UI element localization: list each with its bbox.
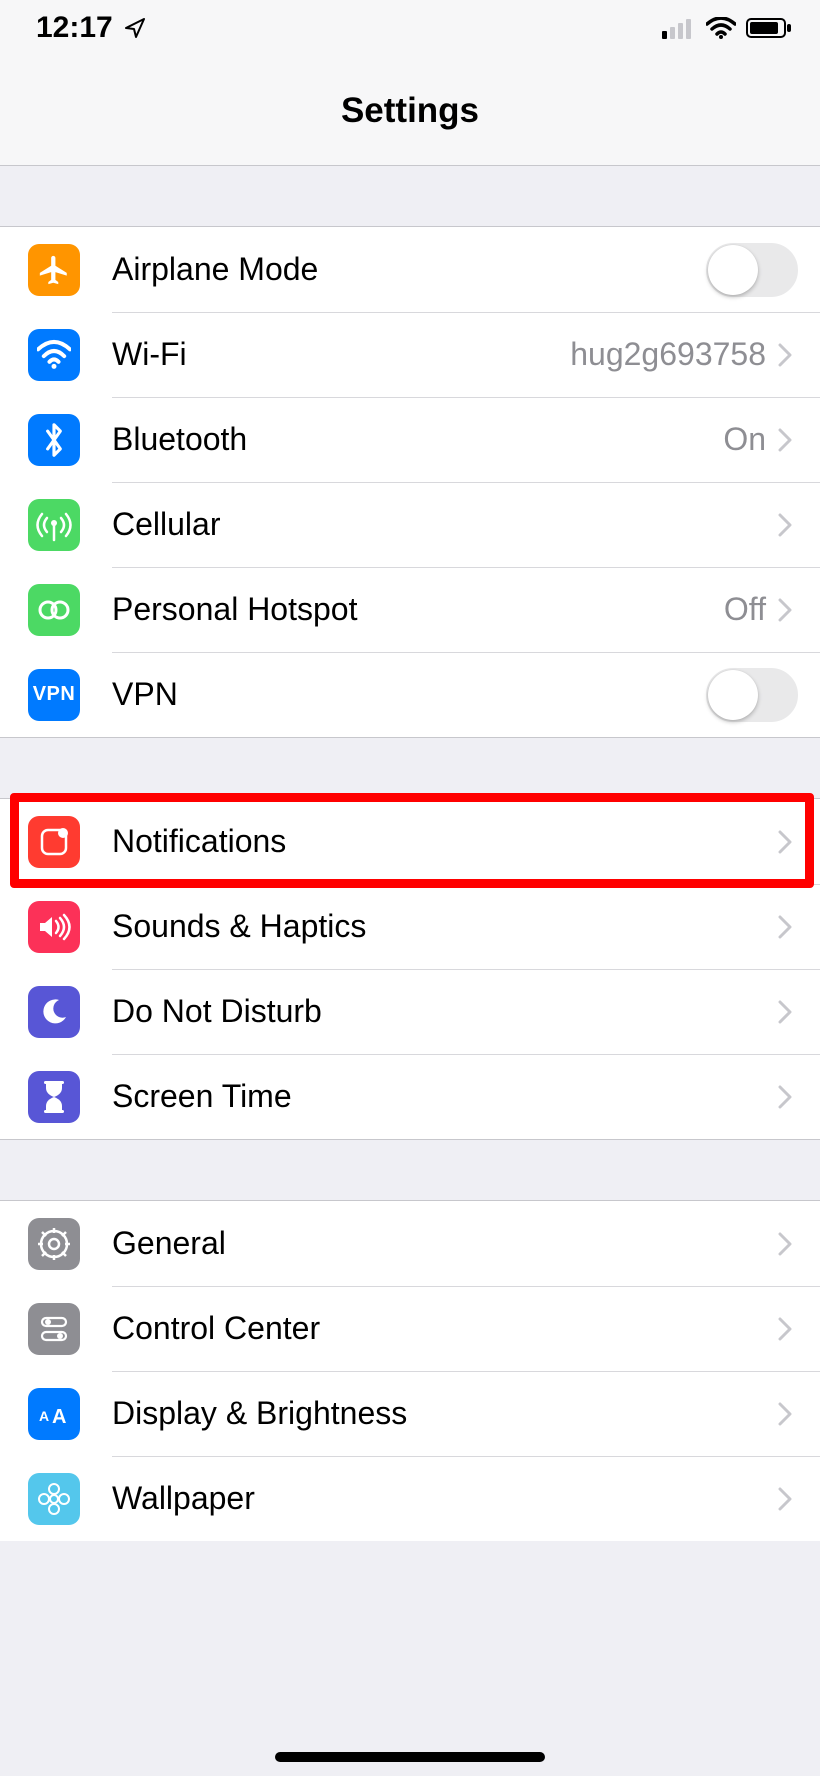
chevron-right-icon — [778, 1487, 792, 1511]
chevron-right-icon — [778, 830, 792, 854]
row-label: Wi-Fi — [112, 336, 570, 373]
home-indicator[interactable] — [275, 1752, 545, 1762]
chevron-right-icon — [778, 1085, 792, 1109]
sounds-icon — [28, 901, 80, 953]
chevron-right-icon — [778, 428, 792, 452]
row-label: Personal Hotspot — [112, 591, 724, 628]
chevron-right-icon — [778, 513, 792, 537]
row-label: Display & Brightness — [112, 1395, 778, 1432]
chevron-right-icon — [778, 343, 792, 367]
control-center-icon — [28, 1303, 80, 1355]
display-icon: A A — [28, 1388, 80, 1440]
row-label: Notifications — [112, 823, 778, 860]
vpn-toggle[interactable] — [706, 668, 798, 722]
settings-group-notifications: Notifications Sounds & Haptics Do Not Di… — [0, 798, 820, 1140]
airplane-icon — [28, 244, 80, 296]
row-display-brightness[interactable]: A A Display & Brightness — [0, 1371, 820, 1456]
row-label: General — [112, 1225, 778, 1262]
row-sounds-haptics[interactable]: Sounds & Haptics — [0, 884, 820, 969]
row-notifications[interactable]: Notifications — [0, 799, 820, 884]
page-title: Settings — [341, 91, 479, 131]
row-do-not-disturb[interactable]: Do Not Disturb — [0, 969, 820, 1054]
location-arrow-icon — [123, 16, 147, 40]
chevron-right-icon — [778, 598, 792, 622]
chevron-right-icon — [778, 915, 792, 939]
moon-icon — [28, 986, 80, 1038]
status-bar: 12:17 — [0, 0, 820, 56]
status-time: 12:17 — [36, 11, 113, 45]
row-control-center[interactable]: Control Center — [0, 1286, 820, 1371]
row-label: Do Not Disturb — [112, 993, 778, 1030]
row-label: Sounds & Haptics — [112, 908, 778, 945]
row-label: Airplane Mode — [112, 251, 706, 288]
row-bluetooth[interactable]: Bluetooth On — [0, 397, 820, 482]
chevron-right-icon — [778, 1232, 792, 1256]
settings-group-connectivity: Airplane Mode Wi-Fi hug2g693758 Bluetoot… — [0, 226, 820, 738]
gear-icon — [28, 1218, 80, 1270]
nav-header: Settings — [0, 56, 820, 166]
cellular-signal-icon — [662, 17, 696, 39]
bluetooth-icon — [28, 414, 80, 466]
settings-group-general: General Control Center A A Display & Bri… — [0, 1200, 820, 1541]
row-label: Control Center — [112, 1310, 778, 1347]
row-vpn[interactable]: VPN VPN — [0, 652, 820, 737]
hotspot-icon — [28, 584, 80, 636]
row-general[interactable]: General — [0, 1201, 820, 1286]
notifications-icon — [28, 816, 80, 868]
row-cellular[interactable]: Cellular — [0, 482, 820, 567]
wifi-network-name: hug2g693758 — [570, 336, 766, 373]
row-label: Screen Time — [112, 1078, 778, 1115]
wifi-icon — [706, 17, 736, 39]
bluetooth-status: On — [723, 421, 766, 458]
wallpaper-icon — [28, 1473, 80, 1525]
row-wifi[interactable]: Wi-Fi hug2g693758 — [0, 312, 820, 397]
row-label: Cellular — [112, 506, 778, 543]
chevron-right-icon — [778, 1402, 792, 1426]
row-label: VPN — [112, 676, 706, 713]
battery-icon — [746, 17, 792, 39]
cellular-icon — [28, 499, 80, 551]
chevron-right-icon — [778, 1000, 792, 1024]
chevron-right-icon — [778, 1317, 792, 1341]
hotspot-status: Off — [724, 591, 766, 628]
row-airplane-mode[interactable]: Airplane Mode — [0, 227, 820, 312]
airplane-mode-toggle[interactable] — [706, 243, 798, 297]
row-label: Wallpaper — [112, 1480, 778, 1517]
row-personal-hotspot[interactable]: Personal Hotspot Off — [0, 567, 820, 652]
svg-text:A: A — [52, 1406, 66, 1426]
row-screen-time[interactable]: Screen Time — [0, 1054, 820, 1139]
row-wallpaper[interactable]: Wallpaper — [0, 1456, 820, 1541]
wifi-settings-icon — [28, 329, 80, 381]
row-label: Bluetooth — [112, 421, 723, 458]
svg-text:A: A — [39, 1408, 49, 1424]
hourglass-icon — [28, 1071, 80, 1123]
vpn-icon: VPN — [28, 669, 80, 721]
